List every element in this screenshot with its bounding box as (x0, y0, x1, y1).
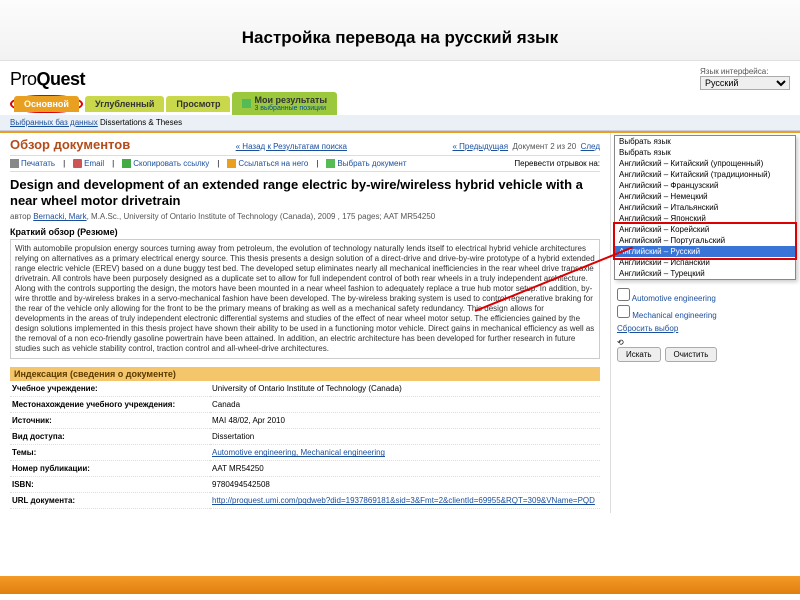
index-key: Учебное учреждение: (10, 381, 210, 397)
index-row: Темы:Automotive engineering, Mechanical … (10, 445, 600, 461)
search-button[interactable]: Искать (617, 347, 661, 362)
index-row: Вид доступа:Dissertation (10, 429, 600, 445)
db-link[interactable]: Выбранных баз данных (10, 118, 98, 127)
proquest-app: ProQuest Язык интерфейса: Русский Основн… (0, 60, 800, 513)
indexing-header: Индексация (сведения о документе) (10, 367, 600, 381)
prev-link[interactable]: « Предыдущая (452, 142, 508, 151)
pager-pos: Документ 2 из 20 (513, 142, 577, 151)
cite-button[interactable]: Ссылаться на него (227, 159, 308, 168)
reset-selection[interactable]: Сбросить выбор (617, 324, 794, 333)
index-value[interactable]: Automotive engineering, Mechanical engin… (210, 445, 600, 461)
doc-overview-title: Обзор документов (10, 137, 130, 152)
back-to-results[interactable]: « Назад к Результатам поиска (236, 142, 347, 151)
tab-results-label: Мои результаты (254, 95, 327, 105)
index-key: ISBN: (10, 477, 210, 493)
translate-label: Перевести отрывок на: (514, 159, 600, 168)
tab-my-results[interactable]: Мои результаты 3 выбранные позиции (232, 92, 337, 115)
index-value: Dissertation (210, 429, 600, 445)
db-name: Dissertations & Theses (100, 118, 182, 127)
highlight-circle: Основной (10, 95, 83, 113)
doc-toolbar: Печатать | Email | Скопировать ссылку | … (10, 155, 600, 172)
main-area: Обзор документов « Назад к Результатам п… (0, 133, 800, 513)
copy-link-button[interactable]: Скопировать ссылку (122, 159, 209, 168)
lang-option[interactable]: Английский – Японский (615, 213, 795, 224)
lang-option[interactable]: Английский – Корейский (615, 224, 795, 235)
tab-advanced[interactable]: Углубленный (85, 96, 164, 112)
index-row: Источник:MAI 48/02, Apr 2010 (10, 413, 600, 429)
lang-option[interactable]: Английский – Испанский (615, 257, 795, 268)
check-mechanical[interactable]: Mechanical engineering (617, 304, 794, 321)
footer-bar (0, 576, 800, 594)
refine-checks: Automotive engineering Mechanical engine… (617, 287, 794, 362)
index-row: ISBN:9780494542508 (10, 477, 600, 493)
tab-basic[interactable]: Основной (14, 96, 79, 112)
article-title: Design and development of an extended ra… (10, 177, 600, 208)
index-value: 9780494542508 (210, 477, 600, 493)
index-key: Вид доступа: (10, 429, 210, 445)
tab-browse[interactable]: Просмотр (166, 96, 230, 112)
author-link[interactable]: Bernacki, Mark (33, 212, 86, 221)
lang-option[interactable]: Английский – Португальский (615, 235, 795, 246)
index-row: URL документа:http://proquest.umi.com/pq… (10, 493, 600, 509)
lang-option[interactable]: Выбрать язык (615, 136, 795, 147)
content-column: Обзор документов « Назад к Результатам п… (0, 133, 610, 513)
interface-language: Язык интерфейса: Русский (700, 67, 790, 90)
index-key: Источник: (10, 413, 210, 429)
translate-language-dropdown[interactable]: Выбрать языкВыбрать языкАнглийский – Кит… (614, 135, 796, 280)
lang-option[interactable]: Английский – Французский (615, 180, 795, 191)
index-value: MAI 48/02, Apr 2010 (210, 413, 600, 429)
article-meta: автор Bernacki, Mark, M.A.Sc., Universit… (10, 212, 600, 221)
index-key: Темы: (10, 445, 210, 461)
database-line: Выбранных баз данных Dissertations & The… (0, 115, 800, 131)
index-value: AAT MR54250 (210, 461, 600, 477)
lang-select[interactable]: Русский (700, 76, 790, 90)
lang-option[interactable]: Английский – Китайский (упрощенный) (615, 158, 795, 169)
index-value[interactable]: http://proquest.umi.com/pqdweb?did=19378… (210, 493, 600, 509)
abstract-text: With automobile propulsion energy source… (10, 239, 600, 359)
cite-icon (227, 159, 236, 168)
next-link[interactable]: След (581, 142, 600, 151)
sidebar: Выбрать языкВыбрать языкАнглийский – Кит… (610, 133, 800, 513)
index-row: Учебное учреждение:University of Ontario… (10, 381, 600, 397)
tab-row: Основной Углубленный Просмотр Мои резуль… (0, 92, 800, 115)
index-key: URL документа: (10, 493, 210, 509)
tab-results-sub: 3 выбранные позиции (254, 105, 327, 112)
index-key: Номер публикации: (10, 461, 210, 477)
index-key: Местонахождение учебного учреждения: (10, 397, 210, 413)
index-value: Canada (210, 397, 600, 413)
lang-option[interactable]: Английский – Турецкий (615, 268, 795, 279)
lang-option[interactable]: Английский – Русский (615, 246, 795, 257)
logo-pre: Pro (10, 69, 37, 89)
topbar: ProQuest Язык интерфейса: Русский (0, 61, 800, 90)
indexing-table: Учебное учреждение:University of Ontario… (10, 381, 600, 509)
logo: ProQuest (10, 69, 85, 90)
email-button[interactable]: Email (73, 159, 104, 168)
check-icon (326, 159, 335, 168)
print-button[interactable]: Печатать (10, 159, 55, 168)
folder-icon (242, 99, 251, 108)
index-value: University of Ontario Institute of Techn… (210, 381, 600, 397)
print-icon (10, 159, 19, 168)
lang-option[interactable]: Английский – Итальянский (615, 202, 795, 213)
link-icon (122, 159, 131, 168)
slide-title: Настройка перевода на русский язык (0, 0, 800, 60)
index-row: Номер публикации:AAT MR54250 (10, 461, 600, 477)
lang-label: Язык интерфейса: (700, 67, 790, 76)
lang-option[interactable]: Английский – Немецкий (615, 191, 795, 202)
clear-button[interactable]: Очистить (665, 347, 718, 362)
logo-bold: Quest (37, 69, 86, 89)
lang-option[interactable]: Выбрать язык (615, 147, 795, 158)
lang-option[interactable]: Английский – Китайский (традиционный) (615, 169, 795, 180)
email-icon (73, 159, 82, 168)
check-automotive[interactable]: Automotive engineering (617, 287, 794, 304)
select-doc-button[interactable]: Выбрать документ (326, 159, 406, 168)
pager: « Предыдущая Документ 2 из 20 След (452, 142, 600, 151)
index-row: Местонахождение учебного учреждения:Cana… (10, 397, 600, 413)
abstract-header: Краткий обзор (Резюме) (10, 227, 600, 237)
